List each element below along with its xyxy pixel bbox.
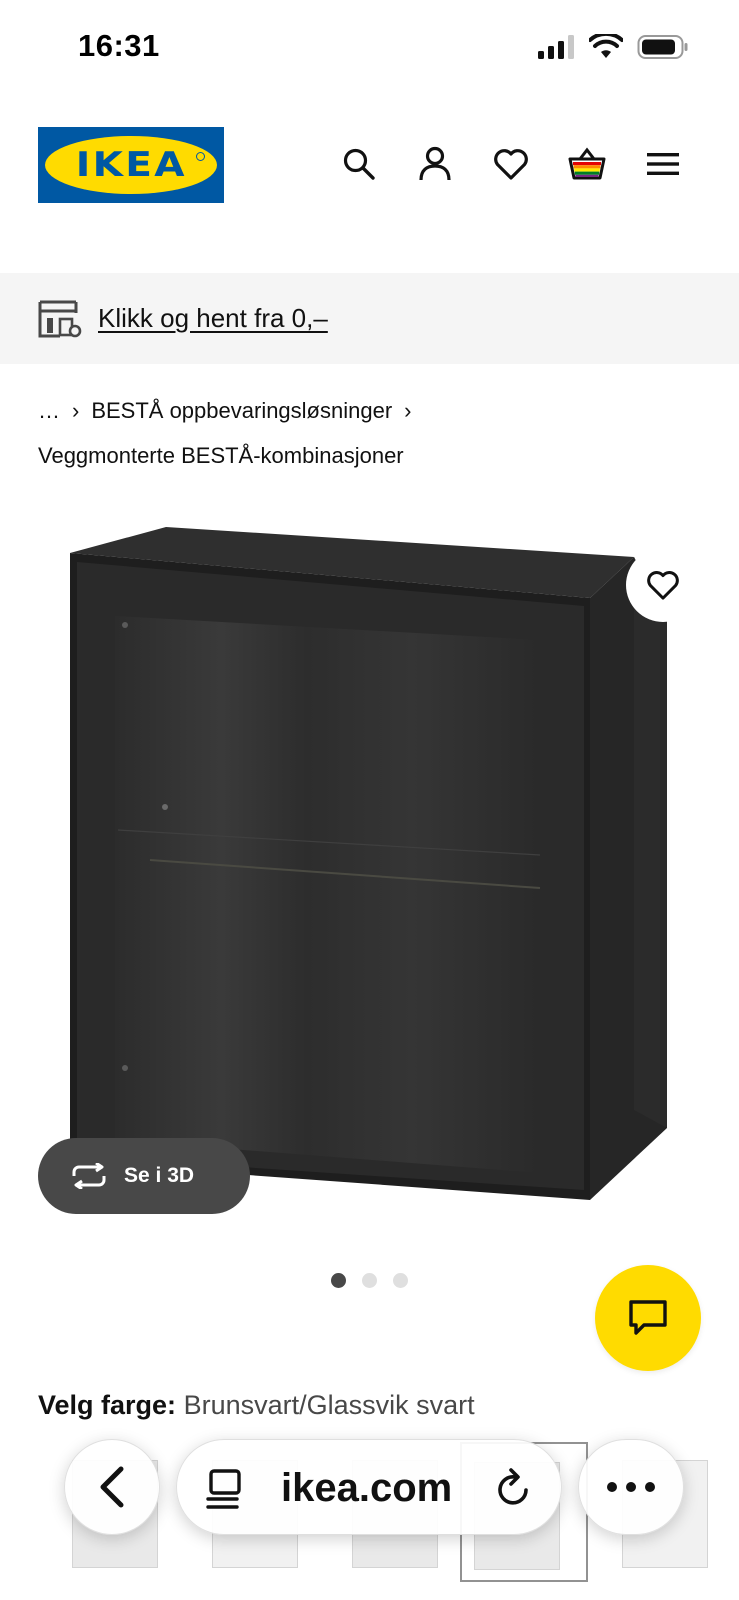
shopping-basket-icon[interactable] <box>567 144 607 184</box>
status-bar: 16:31 <box>0 0 739 100</box>
heart-icon[interactable] <box>491 144 531 184</box>
carousel-indicator <box>331 1273 408 1288</box>
carousel-dot[interactable] <box>393 1273 408 1288</box>
wifi-icon <box>589 34 623 58</box>
more-dots-icon <box>607 1482 617 1492</box>
logo-text: IKEA <box>75 145 187 185</box>
search-icon[interactable] <box>339 144 379 184</box>
favourite-button[interactable] <box>626 548 700 622</box>
reload-icon[interactable] <box>493 1466 535 1510</box>
carousel-dot[interactable] <box>362 1273 377 1288</box>
cellular-signal-icon <box>538 35 574 59</box>
chat-bubble-icon <box>629 1300 667 1335</box>
color-label-key: Velg farge: <box>38 1390 177 1420</box>
hamburger-menu-icon[interactable] <box>643 144 683 184</box>
color-select-label: Velg farge: Brunsvart/Glassvik svart <box>38 1390 475 1421</box>
click-collect-banner[interactable]: Klikk og hent fra 0,– <box>0 273 739 364</box>
more-dots-icon <box>626 1482 636 1492</box>
battery-icon <box>637 35 688 59</box>
breadcrumb-ellipsis[interactable]: … <box>38 398 60 423</box>
breadcrumb-separator: › <box>72 398 80 423</box>
color-label-value: Brunsvart/Glassvik svart <box>183 1390 475 1420</box>
breadcrumb-item-wall-combinations[interactable]: Veggmonterte BESTÅ-kombinasjoner <box>38 443 404 468</box>
logo-oval: IKEA <box>45 136 217 194</box>
ikea-logo[interactable]: IKEA <box>38 127 224 203</box>
status-time: 16:31 <box>78 28 160 63</box>
browser-toolbar: ikea.com <box>0 1425 739 1535</box>
view-3d-button[interactable]: Se i 3D <box>38 1138 250 1214</box>
browser-url[interactable]: ikea.com <box>281 1466 452 1511</box>
more-dots-icon <box>645 1482 655 1492</box>
breadcrumb-separator: › <box>404 398 412 423</box>
breadcrumb-item-besta-storage[interactable]: BESTÅ oppbevaringsløsninger <box>91 398 392 423</box>
browser-address-bar[interactable]: ikea.com <box>176 1439 562 1535</box>
browser-more-button[interactable] <box>578 1439 684 1535</box>
reader-mode-icon[interactable] <box>205 1468 247 1510</box>
breadcrumb: … › BESTÅ oppbevaringsløsninger › Veggmonte… <box>38 388 698 478</box>
carousel-dot[interactable] <box>331 1273 346 1288</box>
rotate-3d-icon <box>72 1163 106 1189</box>
chevron-left-icon <box>100 1466 124 1508</box>
store-icon <box>38 300 82 337</box>
account-icon[interactable] <box>415 144 455 184</box>
view-3d-label: Se i 3D <box>124 1164 195 1187</box>
registered-mark-icon <box>196 152 205 161</box>
chat-button[interactable] <box>595 1265 701 1371</box>
site-header: IKEA <box>0 100 739 272</box>
status-icons <box>537 34 689 60</box>
browser-back-button[interactable] <box>64 1439 160 1535</box>
header-actions <box>339 144 683 184</box>
click-collect-link[interactable]: Klikk og hent fra 0,– <box>98 303 328 334</box>
heart-icon <box>647 571 679 600</box>
